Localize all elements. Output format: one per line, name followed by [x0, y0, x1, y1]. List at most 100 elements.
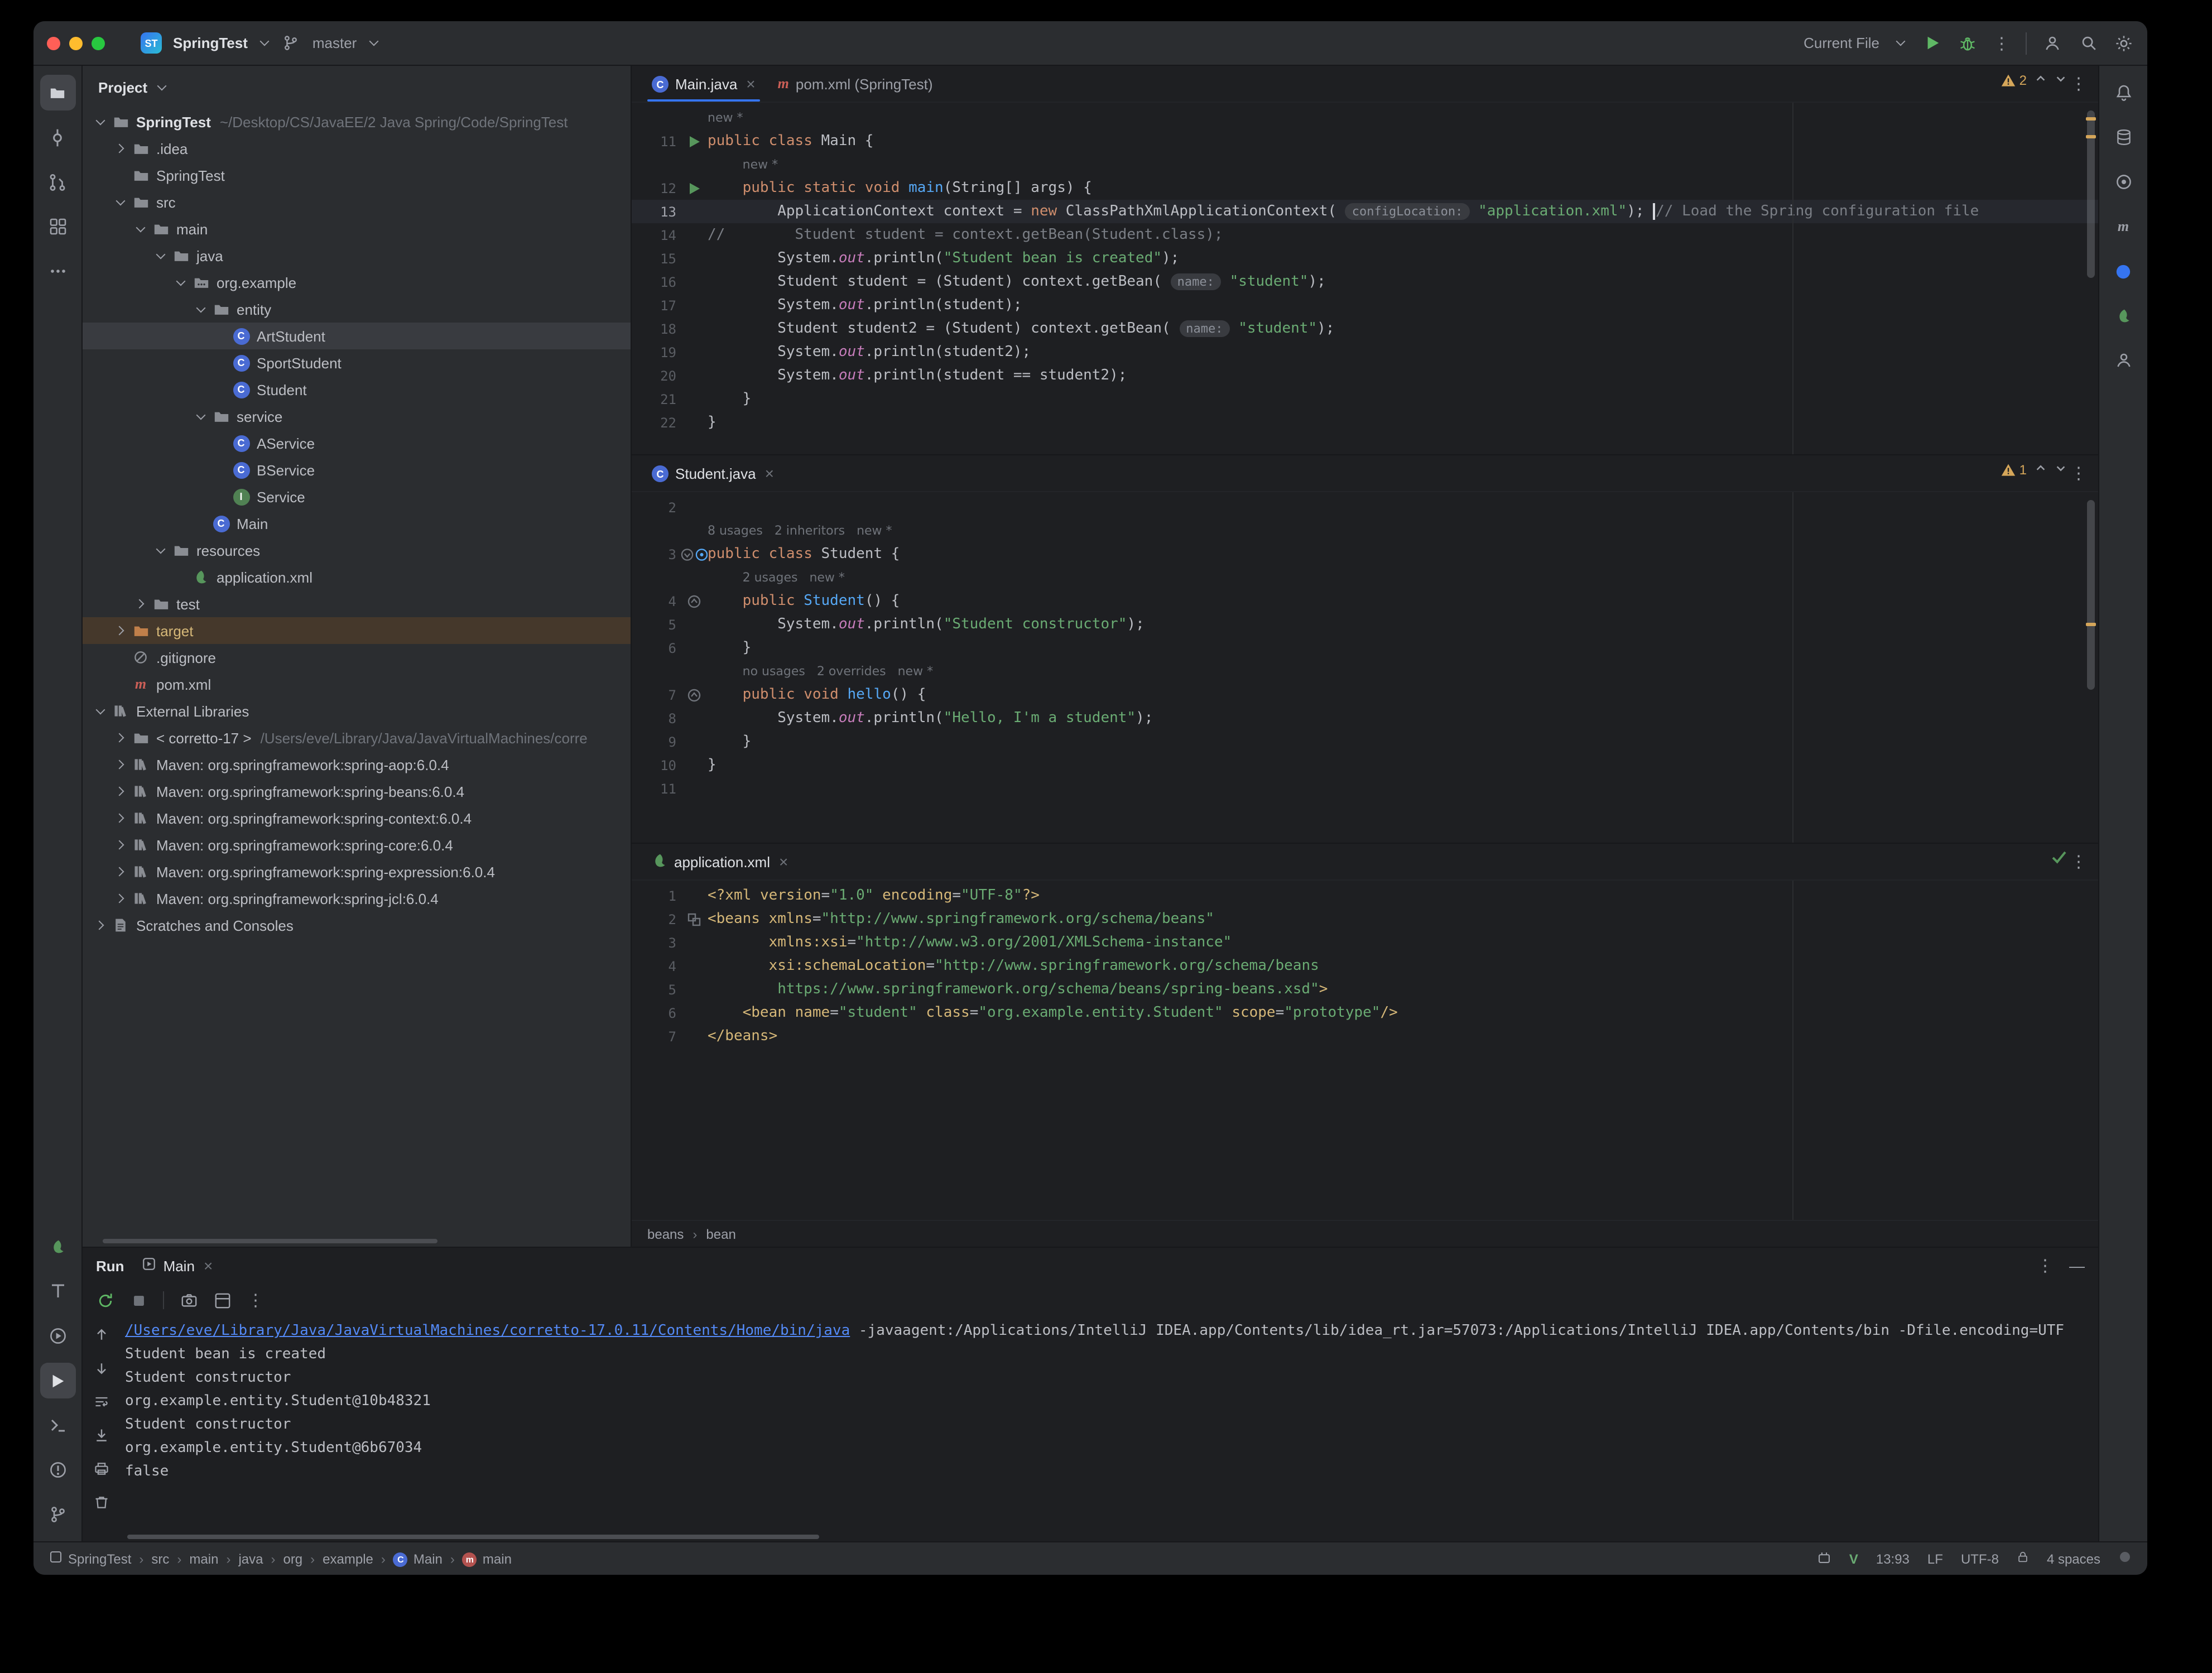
editor-tab-pom-xml-springtest[interactable]: m pom.xml (SpringTest) — [767, 66, 944, 102]
hide-panel-icon[interactable]: — — [2069, 1257, 2085, 1275]
status-breadcrumb-springtest[interactable]: SpringTest — [49, 1550, 131, 1567]
code-line[interactable]: 5 https://www.springframework.org/schema… — [632, 978, 2098, 1001]
code-vision-hint[interactable]: 2 usages new * — [743, 570, 845, 585]
status-widget-4-spaces[interactable]: 4 spaces — [2047, 1551, 2100, 1566]
code-line[interactable]: 17 System.out.println(student); — [632, 294, 2098, 317]
code-line[interactable]: 2 <beans xmlns="http://www.springframewor… — [632, 907, 2098, 931]
search-icon[interactable] — [2078, 33, 2098, 53]
print-icon[interactable] — [88, 1455, 115, 1482]
problems-icon[interactable] — [40, 1452, 75, 1488]
tree-item-maven-org-springframework-spring-core-6-0-4[interactable]: Maven: org.springframework:spring-core:6… — [83, 831, 631, 858]
inspections-widget[interactable]: 2 — [2002, 73, 2067, 88]
tree-item-org-example[interactable]: org.example — [83, 269, 631, 296]
code-line[interactable]: 20 System.out.println(student == student… — [632, 364, 2098, 387]
clear-console-icon[interactable] — [88, 1489, 115, 1516]
run-gutter-icon[interactable] — [681, 181, 708, 195]
mark-gutter-icon[interactable] — [681, 594, 708, 608]
services-icon[interactable] — [40, 1318, 75, 1354]
soft-wrap-icon[interactable] — [88, 1388, 115, 1415]
code-line[interactable]: 6 <bean name="student" class="org.exampl… — [632, 1001, 2098, 1025]
tree-item-springtest[interactable]: SpringTest — [83, 162, 631, 189]
scroll-to-end-icon[interactable] — [88, 1422, 115, 1449]
status-breadcrumb-main[interactable]: C Main — [393, 1550, 443, 1567]
chevron-icon[interactable] — [92, 702, 109, 720]
tree-item-springtest[interactable]: SpringTest ~/Desktop/CS/JavaEE/2 Java Spr… — [83, 108, 631, 135]
tree-item-corretto-17[interactable]: < corretto-17 > /Users/eve/Library/Java/J… — [83, 724, 631, 751]
code-line[interactable]: 7 </beans> — [632, 1025, 2098, 1048]
impl-gutter-icon[interactable] — [681, 547, 708, 561]
chevron-icon[interactable] — [112, 890, 129, 907]
code-line[interactable]: 21 } — [632, 387, 2098, 411]
plugin-widget[interactable] — [1817, 1550, 1831, 1568]
rerun-icon[interactable] — [92, 1287, 118, 1314]
status-breadcrumb-java[interactable]: java — [238, 1551, 263, 1566]
tree-item-maven-org-springframework-spring-aop-6-0-4[interactable]: Maven: org.springframework:spring-aop:6.… — [83, 751, 631, 778]
next-warning-icon[interactable] — [2055, 73, 2067, 88]
warning-stripe-mark[interactable] — [2086, 135, 2096, 138]
ns-gutter-icon[interactable] — [681, 912, 708, 926]
code-vision-hint[interactable]: new * — [743, 157, 778, 172]
database-icon[interactable] — [2105, 119, 2141, 155]
ai-assistant-icon[interactable] — [2105, 253, 2141, 289]
code-vision-hint[interactable]: 8 usages 2 inheritors new * — [708, 523, 892, 538]
code-line[interactable]: 15 System.out.println("Student bean is c… — [632, 247, 2098, 270]
code-line[interactable]: 4 xsi:schemaLocation="http://www.springf… — [632, 954, 2098, 978]
more-actions-icon[interactable]: ⋮ — [1993, 33, 2010, 53]
tree-item-resources[interactable]: resources — [83, 537, 631, 564]
chevron-icon[interactable] — [112, 729, 129, 747]
warnings-count[interactable]: 1 — [2002, 462, 2027, 478]
run-gutter-icon[interactable] — [681, 134, 708, 148]
close-icon[interactable]: × — [746, 75, 755, 93]
gradle-icon[interactable] — [2105, 164, 2141, 200]
code-line[interactable]: 18 Student student2 = (Student) context.… — [632, 317, 2098, 340]
console-output[interactable]: /Users/eve/Library/Java/JavaVirtualMachi… — [121, 1317, 2098, 1541]
chevron-icon[interactable] — [92, 916, 109, 934]
chevron-icon[interactable] — [192, 300, 210, 318]
editor-tab-student-java[interactable]: C Student.java × — [641, 455, 785, 491]
tree-item-student[interactable]: C Student — [83, 376, 631, 403]
tree-item-maven-org-springframework-spring-context-6-0-4[interactable]: Maven: org.springframework:spring-contex… — [83, 805, 631, 831]
chevron-icon[interactable] — [112, 622, 129, 640]
code-line[interactable]: 11 public class Main { — [632, 129, 2098, 153]
code-line[interactable]: 10} — [632, 753, 2098, 777]
chevron-down-icon[interactable] — [368, 37, 379, 49]
breadcrumb-item-bean[interactable]: bean — [706, 1226, 735, 1242]
warning-stripe-mark[interactable] — [2086, 623, 2096, 626]
tree-item-entity[interactable]: entity — [83, 296, 631, 323]
code-line[interactable]: 3 xmlns:xsi="http://www.w3.org/2001/XMLS… — [632, 931, 2098, 954]
code-line[interactable]: 19 System.out.println(student2); — [632, 340, 2098, 364]
more-icon[interactable]: ⋮ — [242, 1287, 269, 1314]
tree-item-java[interactable]: java — [83, 242, 631, 269]
chevron-down-icon[interactable] — [1895, 37, 1906, 49]
chevron-icon[interactable] — [192, 407, 210, 425]
tree-item-gitignore[interactable]: .gitignore — [83, 644, 631, 671]
chevron-icon[interactable] — [132, 595, 150, 613]
thread-dump-icon[interactable] — [175, 1287, 202, 1314]
tree-item-artstudent[interactable]: C ArtStudent — [83, 323, 631, 349]
tree-item-src[interactable]: src — [83, 189, 631, 215]
horizontal-scrollbar[interactable] — [103, 1239, 437, 1243]
lock-widget[interactable] — [2017, 1550, 2029, 1567]
previous-warning-icon[interactable] — [2035, 462, 2047, 478]
chevron-icon[interactable] — [112, 863, 129, 881]
code-line[interactable]: 8 usages 2 inheritors new * — [632, 519, 2098, 542]
code-line[interactable]: 9 } — [632, 730, 2098, 753]
down-stack-trace-icon[interactable] — [88, 1355, 115, 1382]
status-breadcrumb-main[interactable]: main — [189, 1551, 218, 1566]
code-line[interactable]: new * — [632, 106, 2098, 129]
up-stack-trace-icon[interactable] — [88, 1321, 115, 1348]
code-editor[interactable]: 2 8 usages 2 inheritors new * 3 public clas… — [632, 492, 2098, 843]
run-configuration-selector[interactable]: Current File — [1804, 35, 1879, 51]
chevron-icon[interactable] — [112, 782, 129, 800]
status-widget-utf-8[interactable]: UTF-8 — [1961, 1551, 1999, 1566]
close-window-button[interactable] — [47, 36, 60, 50]
status-widget-13-93[interactable]: 13:93 — [1876, 1551, 1910, 1566]
notifications-icon[interactable] — [2105, 75, 2141, 110]
code-line[interactable]: 13 ApplicationContext context = new Clas… — [632, 200, 2098, 223]
tree-item-main[interactable]: C Main — [83, 510, 631, 537]
dot-widget[interactable] — [2118, 1550, 2132, 1567]
tree-item-application-xml[interactable]: application.xml — [83, 564, 631, 590]
code-line[interactable]: 7 public void hello() { — [632, 683, 2098, 706]
tree-item-external-libraries[interactable]: External Libraries — [83, 698, 631, 724]
code-line[interactable]: 4 public Student() { — [632, 589, 2098, 613]
